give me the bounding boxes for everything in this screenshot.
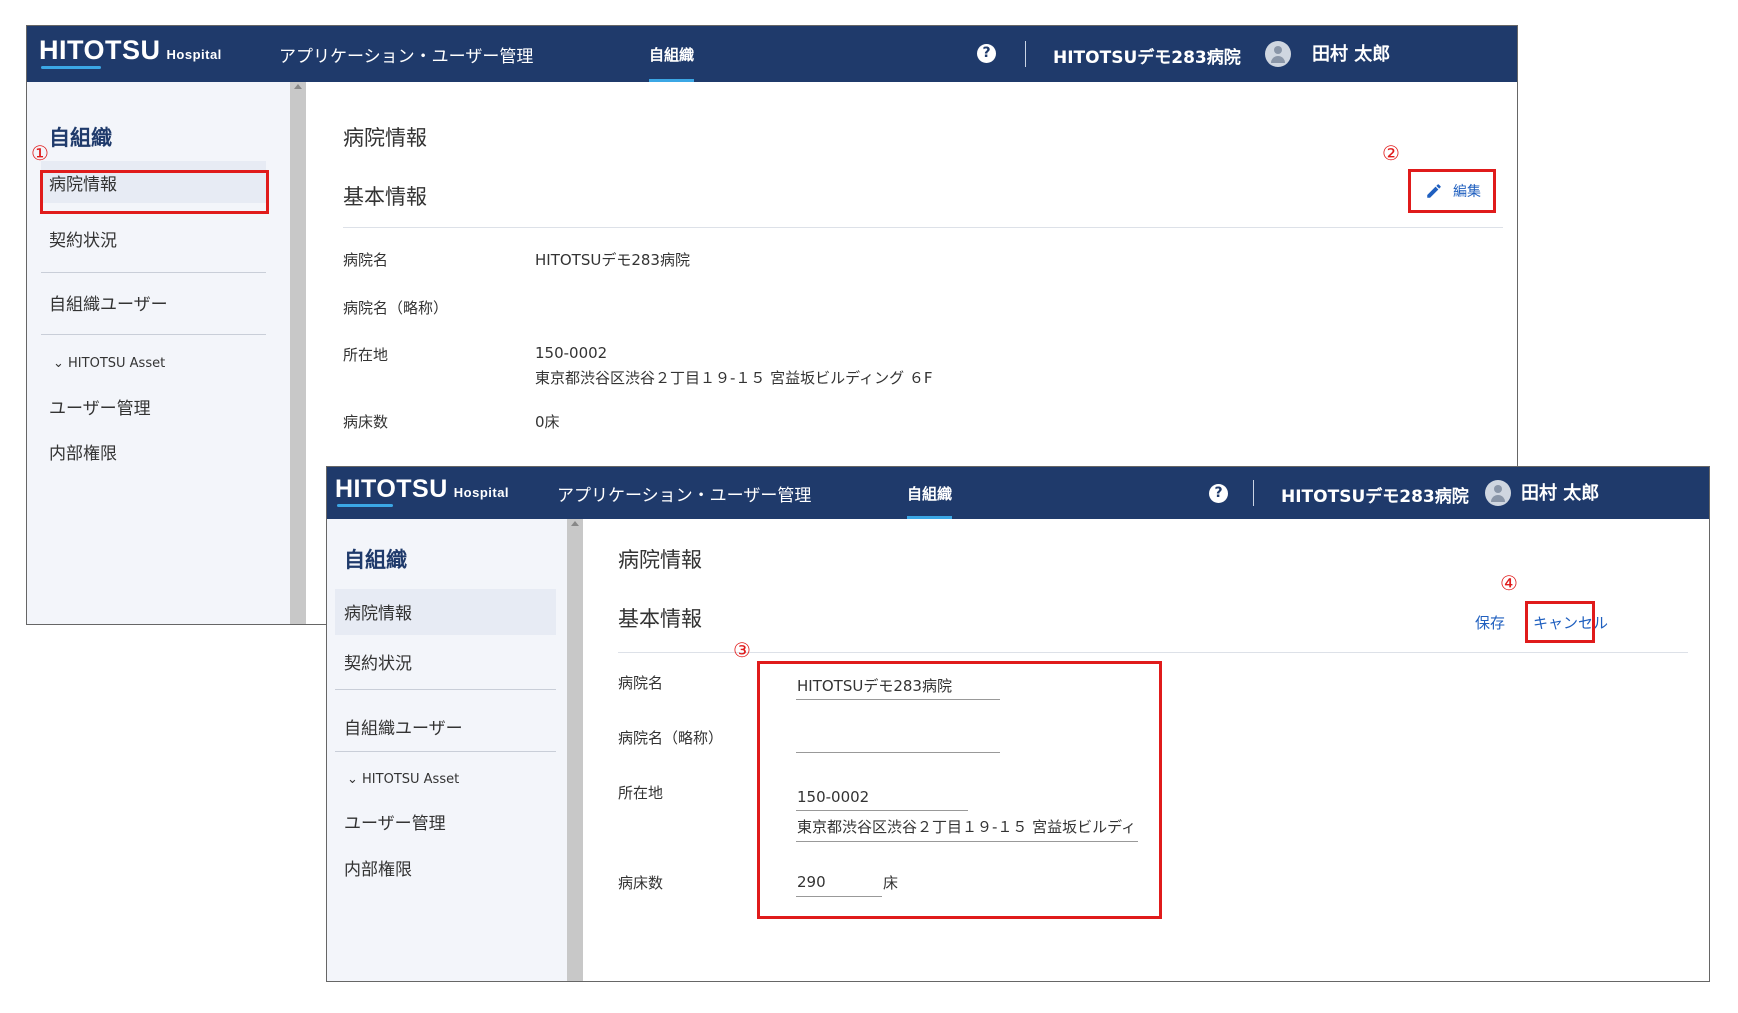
header-hospital-name: HITOTSUデモ283病院 (1281, 487, 1469, 507)
sidebar-title: 自組織 (344, 548, 407, 572)
logo-underline (337, 504, 393, 507)
edit-button[interactable]: 編集 (1425, 181, 1481, 201)
header-user-name[interactable]: 田村 太郎 (1521, 479, 1599, 505)
label-hospital-name: 病院名 (343, 251, 389, 269)
nav-app-user-management[interactable]: アプリケーション・ユーザー管理 (557, 467, 811, 519)
sidebar-group-hitotsu-asset[interactable]: ⌄ HITOTSU Asset (53, 356, 165, 371)
nav-own-organization[interactable]: 自組織 (907, 467, 953, 519)
user-avatar-icon[interactable] (1265, 41, 1291, 67)
save-button[interactable]: 保存 (1475, 612, 1505, 633)
cancel-button[interactable]: キャンセル (1533, 612, 1608, 633)
sidebar-item-org-users[interactable]: 自組織ユーザー (49, 290, 168, 315)
screenshot-edit-mode: HITOTSU Hospital アプリケーション・ユーザー管理 自組織 ? HI… (326, 466, 1710, 982)
section-divider (618, 652, 1688, 653)
label-bed-count: 病床数 (618, 874, 664, 892)
section-title: 基本情報 (343, 185, 427, 209)
hitotsu-hospital-logo[interactable]: HITOTSU Hospital (39, 35, 222, 66)
sidebar-item-user-management[interactable]: ユーザー管理 (49, 394, 151, 419)
user-avatar-icon[interactable] (1485, 480, 1511, 506)
label-hospital-name: 病院名 (618, 674, 664, 692)
scroll-up-arrow-icon[interactable] (571, 521, 579, 526)
value-hospital-name: HITOTSUデモ283病院 (535, 251, 690, 269)
section-divider (343, 227, 1503, 228)
sidebar-item-user-management[interactable]: ユーザー管理 (344, 809, 446, 834)
callout-number-3: ③ (733, 638, 751, 662)
value-bed-count: 0床 (535, 413, 560, 431)
header-user-name[interactable]: 田村 太郎 (1312, 40, 1390, 66)
page-title: 病院情報 (343, 126, 427, 150)
sidebar-scrollbar[interactable] (290, 82, 306, 624)
help-icon[interactable]: ? (977, 44, 996, 63)
sidebar: 自組織 病院情報 契約状況 自組織ユーザー ⌄ HITOTSU Asset ユー… (327, 519, 567, 981)
logo-sub-text: Hospital (453, 485, 510, 500)
label-bed-count: 病床数 (343, 413, 389, 431)
sidebar-item-internal-permissions[interactable]: 内部権限 (344, 855, 412, 880)
sidebar-item-org-users[interactable]: 自組織ユーザー (344, 714, 463, 739)
sidebar-item-contract-status[interactable]: 契約状況 (49, 226, 117, 251)
hospital-short-name-input[interactable] (796, 725, 1000, 753)
label-address: 所在地 (343, 346, 389, 364)
sidebar-item-hospital-info[interactable]: 病院情報 (335, 589, 556, 635)
hospital-name-input[interactable] (796, 672, 1000, 700)
header-divider (1025, 41, 1026, 67)
bed-unit-label: 床 (883, 874, 899, 892)
logo-underline (41, 66, 101, 69)
help-icon[interactable]: ? (1209, 484, 1228, 503)
callout-number-2: ② (1382, 141, 1400, 165)
bed-count-input[interactable] (796, 867, 882, 897)
label-hospital-short-name: 病院名（略称） (343, 299, 449, 317)
label-address: 所在地 (618, 784, 664, 802)
header-hospital-name: HITOTSUデモ283病院 (1053, 48, 1241, 68)
sidebar-group-hitotsu-asset[interactable]: ⌄ HITOTSU Asset (347, 772, 459, 787)
logo-main-text: HITOTSU (335, 475, 448, 503)
sidebar: 自組織 病院情報 契約状況 自組織ユーザー ⌄ HITOTSU Asset ユー… (27, 82, 290, 624)
nav-app-user-management[interactable]: アプリケーション・ユーザー管理 (279, 26, 533, 82)
sidebar-item-hospital-info[interactable]: 病院情報 (41, 161, 266, 203)
chevron-down-icon: ⌄ (347, 772, 363, 787)
hitotsu-hospital-logo[interactable]: HITOTSU Hospital (335, 475, 509, 504)
callout-number-4: ④ (1500, 571, 1518, 595)
chevron-down-icon: ⌄ (53, 356, 69, 371)
sidebar-scrollbar[interactable] (567, 519, 583, 981)
sidebar-divider (335, 751, 556, 752)
pencil-icon (1427, 184, 1441, 198)
value-postal-code: 150-0002 (535, 344, 608, 362)
section-title: 基本情報 (618, 607, 702, 631)
sidebar-divider (41, 272, 266, 273)
sidebar-item-contract-status[interactable]: 契約状況 (344, 649, 412, 674)
postal-code-input[interactable] (796, 783, 968, 811)
scroll-up-arrow-icon[interactable] (294, 84, 302, 89)
label-hospital-short-name: 病院名（略称） (618, 729, 724, 747)
header-divider (1253, 480, 1254, 506)
sidebar-divider (41, 334, 266, 335)
top-navigation-bar: HITOTSU Hospital アプリケーション・ユーザー管理 自組織 ? HI… (327, 467, 1709, 519)
sidebar-group-label: HITOTSU Asset (362, 772, 460, 787)
edit-button-label: 編集 (1453, 184, 1481, 200)
sidebar-group-label: HITOTSU Asset (68, 356, 166, 371)
sidebar-item-internal-permissions[interactable]: 内部権限 (49, 439, 117, 464)
sidebar-title: 自組織 (49, 126, 112, 150)
page-title: 病院情報 (618, 548, 702, 572)
callout-number-1: ① (31, 141, 49, 165)
value-address: 東京都渋谷区渋谷２丁目１９-１５ 宮益坂ビルディング ６F (535, 369, 933, 387)
top-navigation-bar: HITOTSU Hospital アプリケーション・ユーザー管理 自組織 ? HI… (27, 26, 1517, 82)
sidebar-divider (335, 689, 556, 690)
logo-sub-text: Hospital (166, 47, 222, 62)
nav-own-organization[interactable]: 自組織 (649, 26, 695, 82)
logo-main-text: HITOTSU (39, 35, 161, 65)
address-input[interactable] (796, 812, 1138, 842)
